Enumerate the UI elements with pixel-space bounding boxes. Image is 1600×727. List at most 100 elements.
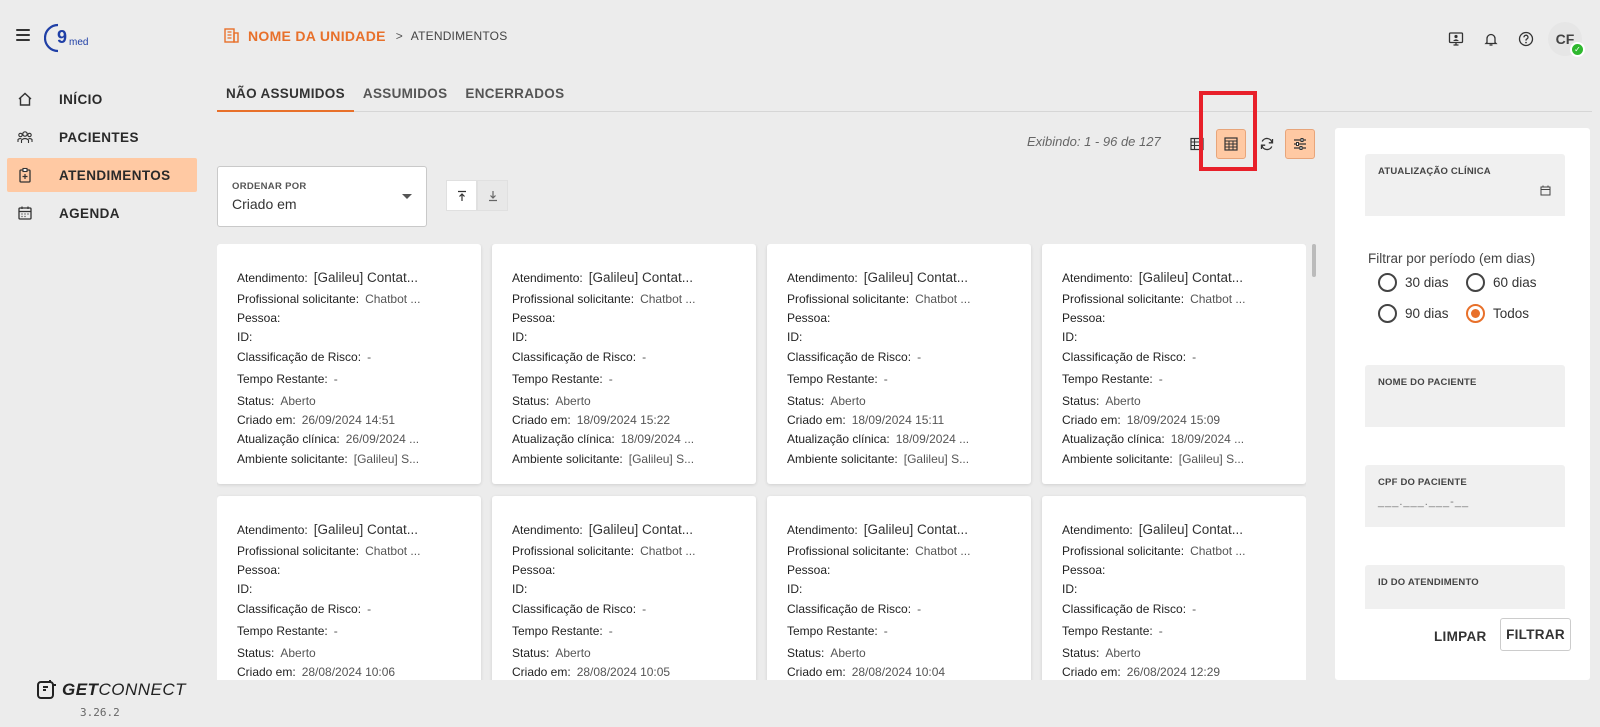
card-field-id: ID: [237,330,481,350]
id-atendimento-field[interactable]: ID DO ATENDIMENTO [1365,565,1565,609]
sort-descending-button[interactable] [477,180,508,211]
radio-circle [1466,273,1485,292]
field-key: Status: [237,646,275,660]
calendar-icon[interactable] [1540,185,1551,196]
card-field-ambiente: Ambiente solicitante: [Galileu] S... [237,452,481,472]
app-logo[interactable]: 9 med [43,21,100,55]
card-field-atendimento: Atendimento: [Galileu] Contat... [787,522,1031,544]
field-value: 18/09/2024 ... [1170,432,1245,446]
brand-rest: CONNECT [98,680,187,699]
field-key: Pessoa: [237,311,281,325]
field-value: [Galileu] Contat... [1138,522,1244,537]
card-field-pessoa: Pessoa: [1062,563,1306,582]
period-radio-todos[interactable]: Todos [1466,304,1529,323]
sort-value: Criado em [232,196,297,212]
atendimento-card[interactable]: Atendimento: [Galileu] Contat... Profissio… [217,496,481,680]
card-field-status: Status: Aberto [787,394,1031,413]
field-key: Criado em: [787,413,846,427]
field-key: Pessoa: [512,563,556,577]
field-key: Pessoa: [1062,311,1106,325]
field-value: - [608,372,613,386]
sidebar-item-inicio[interactable]: INÍCIO [7,82,197,116]
tab-assumidos[interactable]: ASSUMIDOS [354,86,456,112]
breadcrumb-unit[interactable]: NOME DA UNIDADE [248,28,386,44]
field-key: Profissional solicitante: [1062,544,1185,558]
apply-filters-button[interactable]: FILTRAR [1500,618,1571,651]
tab-nao-assumidos[interactable]: NÃO ASSUMIDOS [217,86,354,112]
field-key: Pessoa: [787,563,831,577]
card-field-criado: Criado em: 28/08/2024 10:04 [787,665,1031,680]
clear-filters-button[interactable]: LIMPAR [1434,629,1487,644]
field-value: [Galileu] Contat... [588,270,694,285]
sidebar-item-label: AGENDA [59,205,120,221]
card-field-pessoa: Pessoa: [1062,311,1306,330]
svg-text:9: 9 [57,27,67,47]
sort-ascending-button[interactable] [446,180,477,211]
card-field-tempo: Tempo Restante: - [1062,372,1306,394]
card-field-pessoa: Pessoa: [512,563,756,582]
user-avatar[interactable]: CF ✓ [1548,22,1585,57]
field-label: ID DO ATENDIMENTO [1378,577,1479,588]
atendimento-card[interactable]: Atendimento: [Galileu] Contat... Profissio… [767,496,1031,680]
atualizacao-clinica-field[interactable]: ATUALIZAÇÃO CLÍNICA [1365,154,1565,216]
radio-label: 90 dias [1405,306,1449,321]
sidebar-item-pacientes[interactable]: PACIENTES [7,120,197,154]
cards-scrollbar[interactable] [1312,244,1316,277]
calendar-icon [17,205,33,221]
period-radio-30[interactable]: 30 dias [1378,273,1449,292]
sidebar-item-label: ATENDIMENTOS [59,167,171,183]
card-field-criado: Criado em: 28/08/2024 10:06 [237,665,481,680]
sort-select[interactable]: ORDENAR POR Criado em [217,166,427,227]
card-field-classificacao: Classificação de Risco: - [787,350,1031,372]
card-field-tempo: Tempo Restante: - [1062,624,1306,646]
tab-encerrados[interactable]: ENCERRADOS [456,86,573,112]
field-value: Aberto [555,646,591,660]
list-view-button[interactable] [1182,129,1212,159]
menu-icon[interactable] [16,29,30,41]
bell-icon[interactable] [1477,25,1505,53]
field-key: Criado em: [237,413,296,427]
radio-label: Todos [1493,306,1530,321]
field-key: Profissional solicitante: [787,544,910,558]
atendimento-card[interactable]: Atendimento: [Galileu] Contat... Profissio… [492,244,756,484]
sidebar-item-label: INÍCIO [59,91,103,107]
sidebar-item-agenda[interactable]: AGENDA [7,196,197,230]
filters-toggle-button[interactable] [1285,129,1315,159]
nome-paciente-field[interactable]: NOME DO PACIENTE [1365,365,1565,427]
field-key: Classificação de Risco: [787,602,912,616]
card-field-atendimento: Atendimento: [Galileu] Contat... [512,270,756,292]
atendimento-card[interactable]: Atendimento: [Galileu] Contat... Profissio… [492,496,756,680]
getconnect-logo: GETCONNECT [36,679,186,701]
card-field-classificacao: Classificação de Risco: - [237,350,481,372]
grid-view-button[interactable] [1216,129,1246,159]
field-key: Profissional solicitante: [237,292,360,306]
cpf-paciente-field[interactable]: CPF DO PACIENTE ___.___.___-__ [1365,465,1565,527]
field-value: [Galileu] S... [353,452,420,466]
card-field-status: Status: Aberto [1062,394,1306,413]
field-value: [Galileu] Contat... [1138,270,1244,285]
home-icon [17,91,33,107]
field-key: Profissional solicitante: [787,292,910,306]
card-field-status: Status: Aberto [237,394,481,413]
field-label: ATUALIZAÇÃO CLÍNICA [1378,166,1491,177]
field-value: Aberto [555,394,591,408]
period-radio-90[interactable]: 90 dias [1378,304,1449,323]
card-field-profissional: Profissional solicitante: Chatbot ... [237,292,481,311]
doctor-monitor-icon[interactable] [1442,25,1470,53]
card-field-profissional: Profissional solicitante: Chatbot ... [237,544,481,563]
radio-circle [1378,304,1397,323]
refresh-button[interactable] [1252,129,1282,159]
field-label: NOME DO PACIENTE [1378,377,1477,388]
atendimento-card[interactable]: Atendimento: [Galileu] Contat... Profissio… [767,244,1031,484]
atendimento-card[interactable]: Atendimento: [Galileu] Contat... Profissio… [217,244,481,484]
field-key: Classificação de Risco: [1062,602,1187,616]
sidebar-item-atendimentos[interactable]: ATENDIMENTOS [7,158,197,192]
atendimento-card[interactable]: Atendimento: [Galileu] Contat... Profissio… [1042,244,1306,484]
period-radio-60[interactable]: 60 dias [1466,273,1537,292]
card-field-classificacao: Classificação de Risco: - [1062,602,1306,624]
field-value: - [642,602,647,616]
card-field-profissional: Profissional solicitante: Chatbot ... [512,544,756,563]
help-icon[interactable] [1512,25,1540,53]
atendimento-card[interactable]: Atendimento: [Galileu] Contat... Profissio… [1042,496,1306,680]
card-field-profissional: Profissional solicitante: Chatbot ... [512,292,756,311]
